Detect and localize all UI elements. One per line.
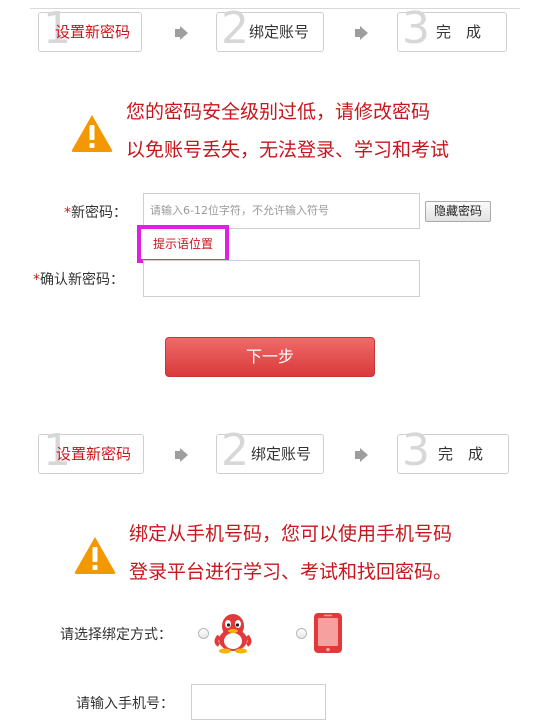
step-bind-account: 2 绑定账号 <box>216 7 324 52</box>
step-arrow-icon <box>360 448 368 462</box>
step-set-new-password: 1 设置新密码 <box>38 429 144 474</box>
notice-line-1: 绑定从手机号码，您可以使用手机号码 <box>129 523 453 545</box>
new-password-input[interactable]: 请输入6-12位字符，不允许输入符号 <box>143 193 420 229</box>
notice-line-1: 您的密码安全级别过低，请修改密码 <box>126 101 431 123</box>
step-label: 绑定账号 <box>251 445 312 463</box>
hint-text-box: 提示语位置 <box>137 225 229 263</box>
new-password-label-text: 新密码： <box>71 205 127 221</box>
step-arrow-icon <box>180 26 188 40</box>
confirm-password-label-text: 确认新密码： <box>40 272 124 288</box>
notice-line-2: 登录平台进行学习、考试和找回密码。 <box>129 561 453 583</box>
confirm-password-input[interactable] <box>143 260 420 297</box>
mobile-phone-icon[interactable] <box>313 612 343 654</box>
step-label: 完 成 <box>436 23 482 41</box>
step-number: 2 <box>221 425 249 476</box>
step-arrow-icon <box>180 448 188 462</box>
step-label: 绑定账号 <box>249 23 310 41</box>
hide-password-button[interactable]: 隐藏密码 <box>425 201 491 222</box>
step-set-new-password: 1 设置新密码 <box>38 7 142 52</box>
phone-number-label: 请输入手机号： <box>76 696 174 712</box>
step-number: 2 <box>221 3 249 54</box>
step-complete: 3 完 成 <box>397 429 509 474</box>
step-label: 设置新密码 <box>56 445 132 463</box>
step-number: 3 <box>402 425 430 476</box>
step-complete: 3 完 成 <box>397 7 507 52</box>
qq-penguin-icon[interactable] <box>213 612 253 654</box>
new-password-label: *新密码： <box>64 202 127 222</box>
confirm-password-label: *确认新密码： <box>33 269 124 289</box>
next-step-button[interactable]: 下一步 <box>165 337 375 377</box>
radio-phone[interactable] <box>296 628 307 639</box>
notice-line-2: 以免账号丢失，无法登录、学习和考试 <box>126 139 450 161</box>
step-label: 设置新密码 <box>55 23 131 41</box>
step-label: 完 成 <box>438 445 484 463</box>
top-divider <box>30 8 520 9</box>
step-bind-account: 2 绑定账号 <box>216 429 324 474</box>
required-mark: * <box>33 272 40 288</box>
step-arrow-icon <box>360 26 368 40</box>
warning-icon <box>74 537 116 574</box>
step-number: 3 <box>402 3 430 54</box>
radio-qq[interactable] <box>198 628 209 639</box>
required-mark: * <box>64 205 71 221</box>
bind-method-label: 请选择绑定方式： <box>60 627 172 643</box>
warning-icon <box>71 115 113 152</box>
new-password-placeholder: 请输入6-12位字符，不允许输入符号 <box>150 204 329 217</box>
